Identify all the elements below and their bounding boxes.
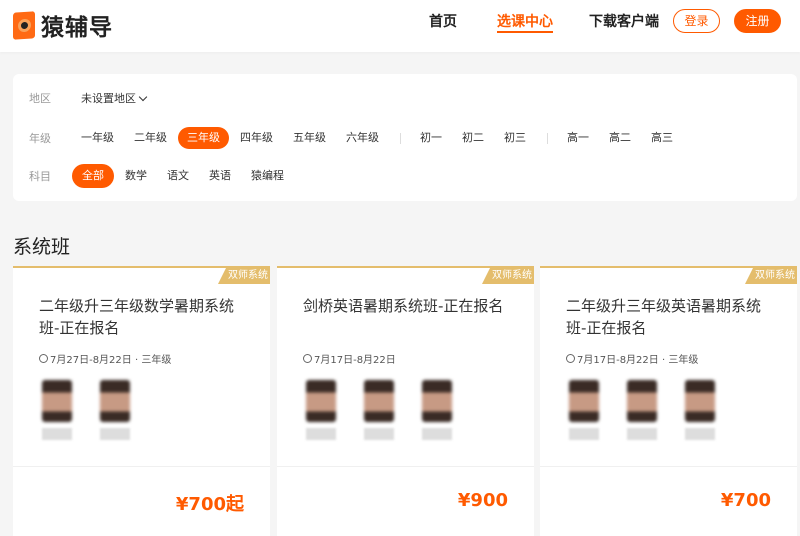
chevron-down-icon: [138, 92, 148, 101]
course-date: 7月17日-8月22日: [314, 355, 396, 366]
grade-option[interactable]: 初一: [411, 127, 451, 149]
teacher-photo: [306, 380, 336, 422]
course-price: ¥900: [457, 490, 508, 511]
clock-icon: [303, 354, 312, 363]
clock-icon: [566, 354, 575, 363]
teacher-list: [566, 380, 740, 440]
teacher-avatar: [39, 380, 75, 440]
clock-icon: [39, 354, 48, 363]
region-value: 未设置地区: [81, 92, 136, 105]
course-title[interactable]: 二年级升三年级数学暑期系统班-正在报名: [39, 295, 250, 339]
teacher-name-blurred: [627, 428, 657, 440]
nav-course-center[interactable]: 选课中心: [487, 0, 563, 52]
grade-option[interactable]: 六年级: [337, 127, 388, 149]
teacher-photo: [100, 380, 130, 422]
divider: [540, 466, 797, 467]
region-label: 地区: [29, 92, 51, 105]
course-title[interactable]: 剑桥英语暑期系统班-正在报名: [303, 295, 514, 317]
teacher-avatar: [97, 380, 133, 440]
divider: [13, 466, 270, 467]
course-meta: 7月17日-8月22日 · 三年级: [566, 351, 698, 366]
grade-option[interactable]: 初三: [495, 127, 535, 149]
teacher-name-blurred: [364, 428, 394, 440]
teacher-avatar: [624, 380, 660, 440]
course-card[interactable]: 双师系统 二年级升三年级数学暑期系统班-正在报名 7月27日-8月22日 · 三…: [13, 266, 270, 536]
teacher-name-blurred: [685, 428, 715, 440]
filter-panel: 地区 未设置地区 年级 一年级 二年级 三年级 四年级 五年级 六年级 初一 初…: [13, 74, 797, 201]
divider: [277, 466, 534, 467]
teacher-photo: [627, 380, 657, 422]
grade-option[interactable]: 高二: [600, 127, 640, 149]
nav-download[interactable]: 下载客户端: [589, 0, 659, 52]
subject-label: 科目: [29, 170, 51, 183]
login-button[interactable]: 登录: [673, 9, 720, 33]
dual-teacher-badge: 双师系统: [218, 268, 270, 284]
grade-option[interactable]: 五年级: [284, 127, 335, 149]
teacher-name-blurred: [100, 428, 130, 440]
subject-option[interactable]: 数学: [116, 165, 156, 187]
grade-option[interactable]: 四年级: [231, 127, 282, 149]
dual-teacher-badge: 双师系统: [482, 268, 534, 284]
grade-option[interactable]: 高一: [558, 127, 598, 149]
course-price: ¥700: [720, 490, 771, 511]
teacher-photo: [364, 380, 394, 422]
course-date: 7月17日-8月22日 · 三年级: [577, 355, 699, 366]
grade-option-selected[interactable]: 三年级: [178, 127, 229, 149]
teacher-avatar: [682, 380, 718, 440]
nav-home[interactable]: 首页: [429, 0, 457, 52]
teacher-list: [303, 380, 477, 440]
logo[interactable]: 猿辅导: [13, 8, 113, 42]
teacher-photo: [569, 380, 599, 422]
teacher-name-blurred: [42, 428, 72, 440]
subject-option[interactable]: 语文: [158, 165, 198, 187]
teacher-photo: [685, 380, 715, 422]
grade-option[interactable]: 二年级: [125, 127, 176, 149]
grade-option[interactable]: 初二: [453, 127, 493, 149]
teacher-avatar: [361, 380, 397, 440]
teacher-name-blurred: [569, 428, 599, 440]
region-select[interactable]: 未设置地区: [81, 90, 148, 106]
divider: [547, 132, 548, 144]
course-card[interactable]: 双师系统 二年级升三年级英语暑期系统班-正在报名 7月17日-8月22日 · 三…: [540, 266, 797, 536]
teacher-name-blurred: [306, 428, 336, 440]
logo-text: 猿辅导: [41, 15, 113, 41]
teacher-avatar: [303, 380, 339, 440]
divider: [400, 132, 401, 144]
teacher-photo: [422, 380, 452, 422]
teacher-avatar: [566, 380, 602, 440]
subject-option[interactable]: 猿编程: [242, 165, 293, 187]
teacher-list: [39, 380, 155, 440]
teacher-avatar: [419, 380, 455, 440]
top-header: 猿辅导 首页 选课中心 下载客户端 登录 注册: [0, 0, 800, 52]
grade-option[interactable]: 一年级: [72, 127, 123, 149]
course-price: ¥700起: [175, 494, 244, 515]
monkey-logo-icon: [13, 10, 35, 40]
grade-option[interactable]: 高三: [642, 127, 682, 149]
register-button[interactable]: 注册: [734, 9, 781, 33]
teacher-name-blurred: [422, 428, 452, 440]
subject-option[interactable]: 英语: [200, 165, 240, 187]
course-card[interactable]: 双师系统 剑桥英语暑期系统班-正在报名 7月17日-8月22日 ¥900: [277, 266, 534, 536]
dual-teacher-badge: 双师系统: [745, 268, 797, 284]
course-date: 7月27日-8月22日 · 三年级: [50, 355, 172, 366]
course-title[interactable]: 二年级升三年级英语暑期系统班-正在报名: [566, 295, 777, 339]
course-meta: 7月27日-8月22日 · 三年级: [39, 351, 171, 366]
course-meta: 7月17日-8月22日: [303, 351, 396, 366]
teacher-photo: [42, 380, 72, 422]
subject-option-selected[interactable]: 全部: [72, 164, 114, 188]
section-title: 系统班: [13, 236, 71, 258]
